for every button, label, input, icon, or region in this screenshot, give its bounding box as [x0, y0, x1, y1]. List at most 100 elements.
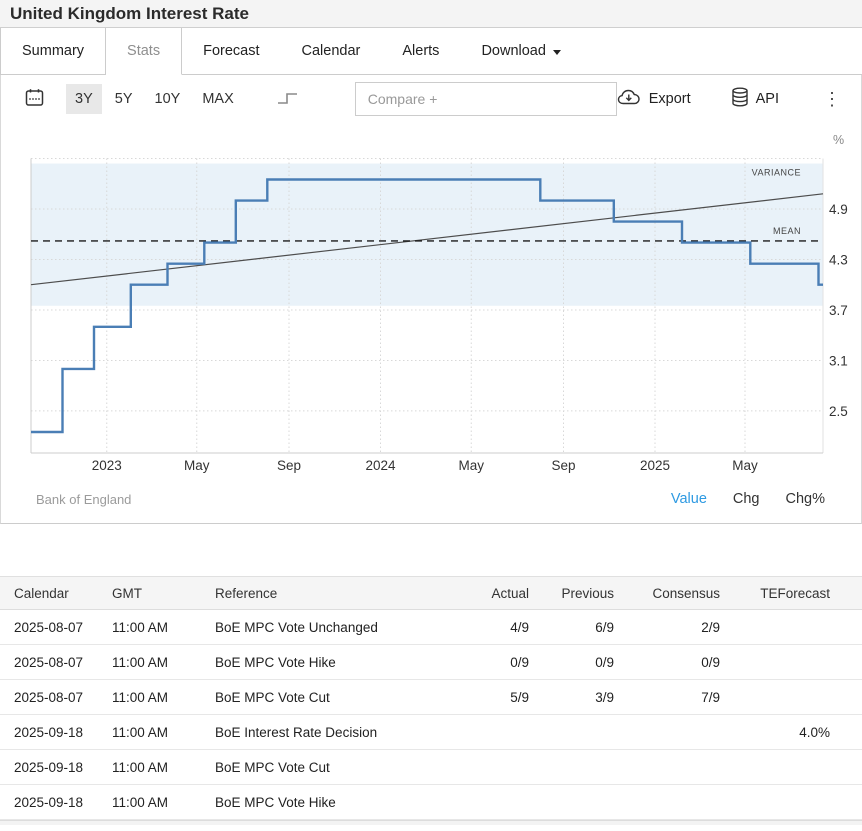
kebab-menu-button[interactable]: ⋮	[817, 88, 847, 110]
variance-label: VARIANCE	[752, 168, 801, 178]
table-cell: 11:00 AM	[112, 645, 215, 680]
rate-chart[interactable]: VARIANCE MEAN 4.9 4.3 3.7 3.1 2.5% 2023 May Sep 20…	[1, 123, 862, 475]
y-tick-label: 3.1	[829, 353, 848, 368]
range-selector: 3Y 5Y 10Y MAX	[66, 84, 243, 114]
table-cell: BoE Interest Rate Decision	[215, 715, 467, 750]
tab-download[interactable]: Download	[460, 28, 582, 74]
table-cell: BoE MPC Vote Hike	[215, 785, 467, 820]
tab-alerts[interactable]: Alerts	[381, 28, 460, 74]
table-cell	[730, 645, 862, 680]
x-tick-label: Sep	[551, 458, 575, 473]
table-row[interactable]: 2025-08-0711:00 AMBoE MPC Vote Hike0/90/…	[0, 645, 862, 680]
table-cell: 2025-09-18	[0, 750, 112, 785]
table-cell: 0/9	[467, 645, 539, 680]
api-button[interactable]: API	[731, 87, 779, 111]
next-row-cutoff	[0, 820, 862, 825]
api-label: API	[756, 91, 779, 107]
export-button[interactable]: Export	[617, 88, 691, 110]
cloud-download-icon	[617, 88, 642, 110]
x-tick-label: May	[732, 458, 758, 473]
range-10y-button[interactable]: 10Y	[146, 84, 190, 114]
table-cell: BoE MPC Vote Cut	[215, 680, 467, 715]
column-header: TEForecast	[730, 577, 862, 610]
table-cell: 2025-09-18	[0, 785, 112, 820]
table-cell: BoE MPC Vote Hike	[215, 645, 467, 680]
chart-mode-links: Value Chg Chg%	[671, 491, 825, 507]
x-tick-label: 2025	[640, 458, 670, 473]
tab-label: Summary	[22, 43, 84, 59]
table-cell	[467, 715, 539, 750]
y-tick-label: 4.3	[829, 252, 848, 267]
table-cell: 5/9	[467, 680, 539, 715]
export-label: Export	[649, 91, 691, 107]
range-5y-button[interactable]: 5Y	[106, 84, 142, 114]
chart-source: Bank of England	[36, 492, 131, 507]
chgpct-link[interactable]: Chg%	[786, 491, 826, 507]
column-header: Previous	[539, 577, 624, 610]
database-icon	[731, 87, 749, 111]
table-cell	[467, 750, 539, 785]
chart-card: 3Y 5Y 10Y MAX Export API ⋮	[0, 75, 862, 524]
x-tick-label: Sep	[277, 458, 301, 473]
calendar-table-header: CalendarGMTReferenceActualPreviousConsen…	[0, 577, 862, 610]
table-cell: 4.0%	[730, 715, 862, 750]
table-cell: 2025-08-07	[0, 645, 112, 680]
table-cell: 0/9	[624, 645, 730, 680]
toolbar-right-group: Export API ⋮	[617, 87, 847, 111]
table-cell	[539, 715, 624, 750]
table-cell	[730, 680, 862, 715]
calendar-icon	[25, 88, 44, 110]
compare-input[interactable]	[355, 82, 617, 116]
table-row[interactable]: 2025-08-0711:00 AMBoE MPC Vote Unchanged…	[0, 610, 862, 645]
date-range-picker-button[interactable]	[21, 84, 48, 114]
y-tick-label: 4.9	[829, 202, 848, 217]
table-cell: 2025-08-07	[0, 610, 112, 645]
mean-label: MEAN	[773, 226, 801, 236]
table-cell: 11:00 AM	[112, 750, 215, 785]
table-cell: 2025-09-18	[0, 715, 112, 750]
table-cell: 6/9	[539, 610, 624, 645]
tab-label: Alerts	[402, 43, 439, 59]
range-max-button[interactable]: MAX	[193, 84, 242, 114]
table-cell: 2/9	[624, 610, 730, 645]
table-cell: 11:00 AM	[112, 785, 215, 820]
range-3y-button[interactable]: 3Y	[66, 84, 102, 114]
table-cell	[624, 785, 730, 820]
table-row[interactable]: 2025-09-1811:00 AMBoE Interest Rate Deci…	[0, 715, 862, 750]
table-row[interactable]: 2025-08-0711:00 AMBoE MPC Vote Cut5/93/9…	[0, 680, 862, 715]
table-row[interactable]: 2025-09-1811:00 AMBoE MPC Vote Cut	[0, 750, 862, 785]
tab-bar: Summary Stats Forecast Calendar Alerts D…	[0, 28, 862, 75]
caret-down-icon	[553, 50, 561, 55]
y-tick-label: 3.7	[829, 303, 848, 318]
table-cell: 3/9	[539, 680, 624, 715]
table-cell	[624, 750, 730, 785]
tab-calendar[interactable]: Calendar	[281, 28, 382, 74]
step-line-icon	[277, 91, 299, 108]
table-cell: BoE MPC Vote Cut	[215, 750, 467, 785]
column-header: Calendar	[0, 577, 112, 610]
y-tick-label: 2.5	[829, 404, 848, 419]
tab-label: Forecast	[203, 43, 259, 59]
table-cell: 4/9	[467, 610, 539, 645]
column-header: GMT	[112, 577, 215, 610]
title-bar: United Kingdom Interest Rate	[0, 0, 862, 28]
x-tick-label: 2023	[92, 458, 122, 473]
table-cell	[730, 750, 862, 785]
tab-label: Download	[481, 43, 546, 59]
tab-summary[interactable]: Summary	[0, 28, 106, 74]
chart-type-button[interactable]	[273, 87, 303, 112]
chg-link[interactable]: Chg	[733, 491, 760, 507]
table-cell: 2025-08-07	[0, 680, 112, 715]
column-header: Reference	[215, 577, 467, 610]
table-cell: 11:00 AM	[112, 680, 215, 715]
page-title: United Kingdom Interest Rate	[10, 4, 249, 24]
tab-label: Stats	[127, 43, 160, 59]
table-cell: 11:00 AM	[112, 715, 215, 750]
y-axis-unit: %	[833, 133, 844, 147]
calendar-table: CalendarGMTReferenceActualPreviousConsen…	[0, 576, 862, 820]
tab-stats[interactable]: Stats	[106, 28, 182, 75]
value-link[interactable]: Value	[671, 491, 707, 507]
tab-forecast[interactable]: Forecast	[182, 28, 280, 74]
table-row[interactable]: 2025-09-1811:00 AMBoE MPC Vote Hike	[0, 785, 862, 820]
table-cell	[730, 785, 862, 820]
